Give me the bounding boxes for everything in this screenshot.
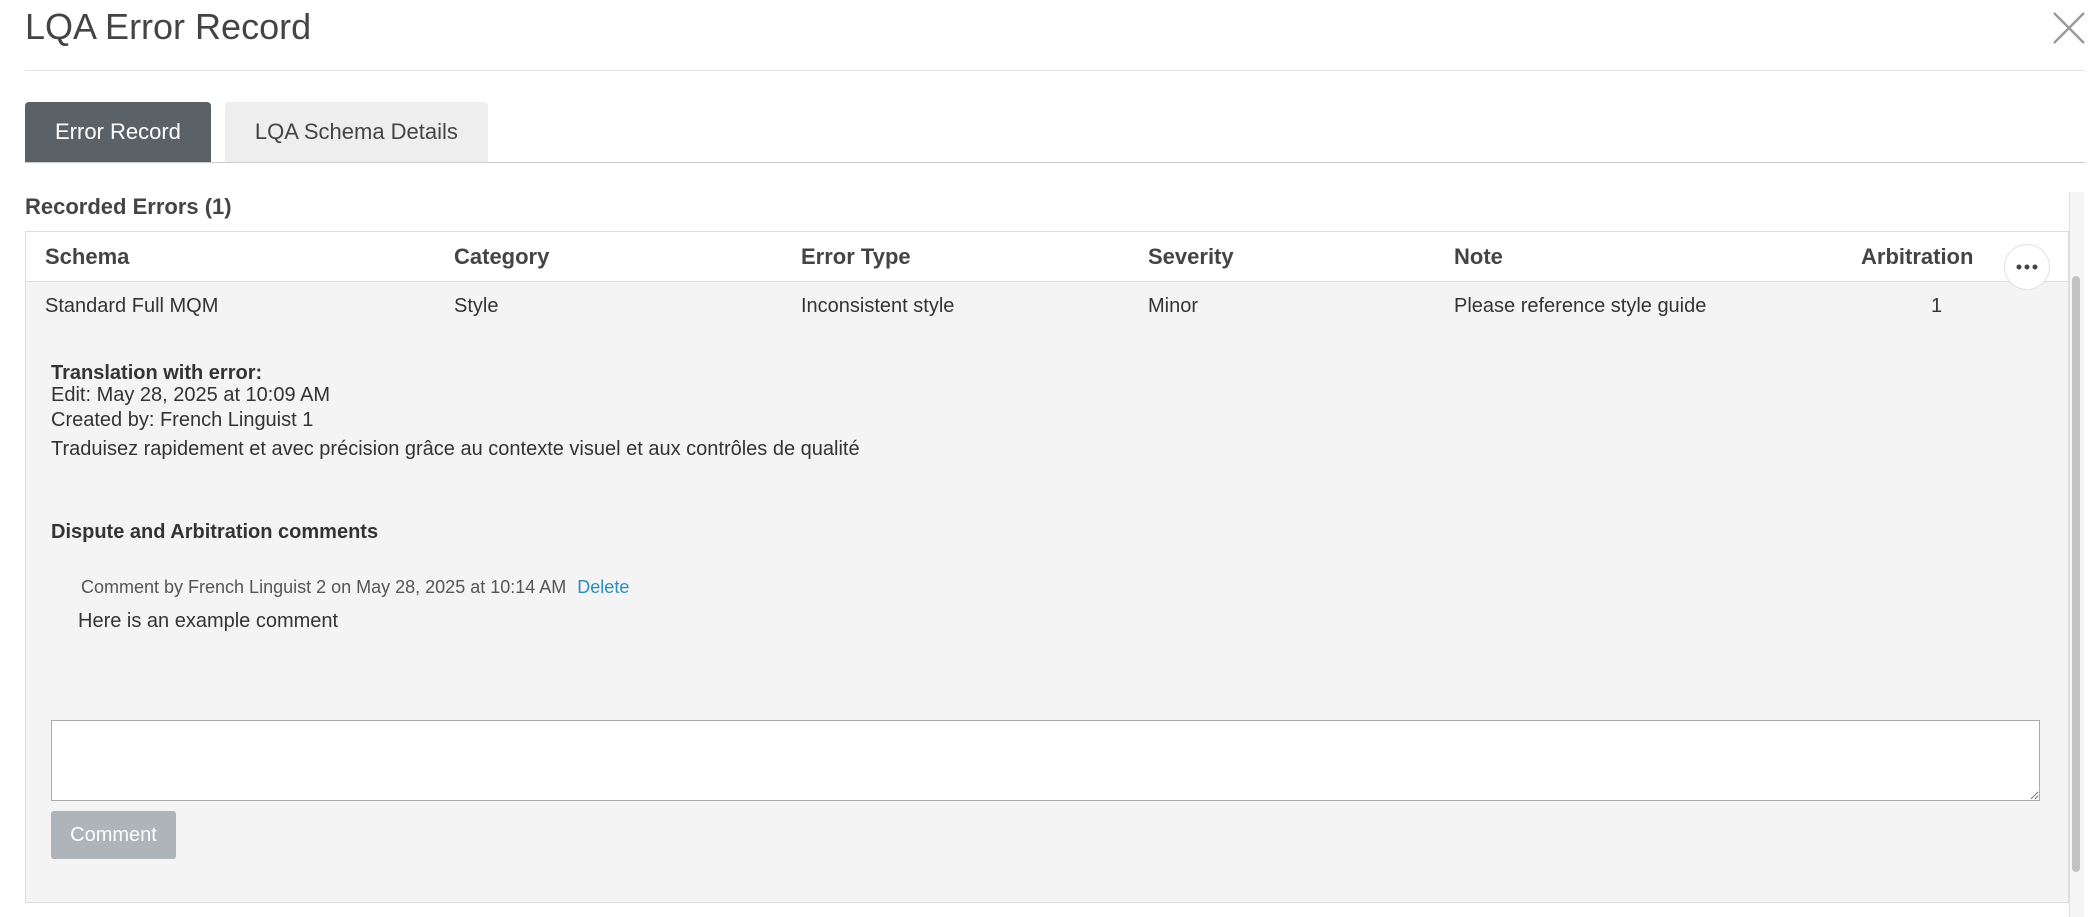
translation-text: Traduisez rapidement et avec précision g… — [51, 438, 860, 460]
recorded-errors-title: Recorded Errors (1) — [25, 194, 232, 219]
comment-meta: Comment by French Linguist 2 on May 28, … — [81, 577, 629, 598]
column-header-schema[interactable]: Schema — [45, 232, 129, 281]
comment-input[interactable] — [51, 720, 2040, 801]
dialog-title: LQA Error Record — [25, 6, 312, 47]
tab-lqa-schema-details[interactable]: LQA Schema Details — [224, 102, 488, 162]
dispute-title: Dispute and Arbitration comments — [51, 521, 379, 543]
translation-details: Translation with error: Edit: May 28, 20… — [51, 362, 860, 464]
cell-schema: Standard Full MQM — [45, 295, 219, 317]
recorded-errors-table: Schema Category Error Type Severity Note… — [25, 231, 2069, 903]
tab-bar: Error Record LQA Schema Details — [25, 102, 2085, 163]
column-header-arbitration[interactable]: Arbitration — [1861, 232, 1973, 281]
cell-severity: Minor — [1148, 295, 1199, 317]
row-actions-button[interactable] — [2004, 244, 2050, 290]
column-header-severity[interactable]: Severity — [1148, 232, 1234, 281]
translation-created-by: Created by: French Linguist 1 — [51, 409, 314, 431]
translation-label: Translation with error: — [51, 362, 263, 384]
comment-button[interactable]: Comment — [51, 811, 176, 859]
column-header-category[interactable]: Category — [454, 232, 549, 281]
cell-category: Style — [454, 295, 499, 317]
close-button[interactable] — [2051, 10, 2087, 46]
more-horizontal-icon — [2016, 264, 2038, 270]
comment-author-date: Comment by French Linguist 2 on May 28, … — [81, 577, 567, 597]
tab-error-record[interactable]: Error Record — [25, 102, 211, 162]
header-divider — [25, 70, 2085, 71]
scrollbar-thumb[interactable] — [2072, 276, 2080, 872]
table-row[interactable]: Standard Full MQM Style Inconsistent sty… — [26, 282, 2068, 331]
close-icon — [2053, 12, 2085, 44]
table-header: Schema Category Error Type Severity Note… — [26, 232, 2068, 282]
translation-edit-date: Edit: May 28, 2025 at 10:09 AM — [51, 384, 331, 406]
comment-text: Here is an example comment — [78, 610, 339, 632]
cell-note: Please reference style guide — [1454, 295, 1707, 317]
cell-arbitration: 1 — [1931, 295, 1943, 317]
column-header-error-type[interactable]: Error Type — [801, 232, 911, 281]
cell-error-type: Inconsistent style — [801, 295, 955, 317]
delete-comment-link[interactable]: Delete — [577, 577, 629, 597]
column-header-note[interactable]: Note — [1454, 232, 1503, 281]
